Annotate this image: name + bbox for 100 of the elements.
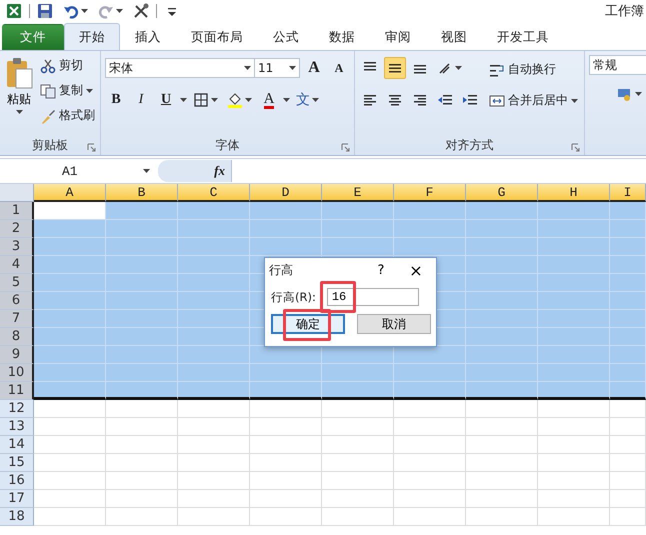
cell[interactable] [610,382,646,400]
cell[interactable] [610,328,646,346]
cell[interactable] [466,364,538,382]
cell[interactable] [538,256,610,274]
cell[interactable] [394,364,466,382]
column-header[interactable]: H [538,184,610,202]
cell[interactable] [178,238,250,256]
cell[interactable] [250,490,322,508]
column-header[interactable]: E [322,184,394,202]
cell[interactable] [610,508,646,526]
cell[interactable] [322,472,394,490]
column-header[interactable]: F [394,184,466,202]
cell[interactable] [250,220,322,238]
copy-button[interactable]: 复制 [38,80,97,101]
cell[interactable] [106,256,178,274]
font-name-dropdown[interactable]: 宋体 [105,58,255,78]
cell[interactable] [250,346,322,364]
row-header[interactable]: 1 [0,202,34,220]
cell[interactable] [394,382,466,400]
cell[interactable] [394,400,466,418]
ribbon-tab[interactable]: 公式 [258,24,314,50]
cell[interactable] [34,364,106,382]
cell[interactable] [178,472,250,490]
cell[interactable] [394,220,466,238]
cell[interactable] [250,202,322,220]
cell[interactable] [538,490,610,508]
font-color-button[interactable]: A [258,89,280,111]
cell[interactable] [394,490,466,508]
row-header[interactable]: 18 [0,508,34,526]
underline-button[interactable]: U [155,89,177,111]
column-header[interactable]: D [250,184,322,202]
cell[interactable] [466,346,538,364]
file-tab[interactable]: 文件 [2,24,64,50]
cell[interactable] [106,310,178,328]
row-header[interactable]: 9 [0,346,34,364]
cell[interactable] [538,364,610,382]
cell[interactable] [394,472,466,490]
cell[interactable] [250,436,322,454]
close-button[interactable]: × [396,259,436,281]
paste-button[interactable]: 粘贴 [4,55,34,135]
cell[interactable] [106,274,178,292]
row-height-input[interactable]: 16 [326,288,419,306]
cell[interactable] [106,436,178,454]
cell[interactable] [610,418,646,436]
row-header[interactable]: 15 [0,454,34,472]
cell[interactable] [178,400,250,418]
cell[interactable] [106,202,178,220]
cell[interactable] [394,454,466,472]
cell[interactable] [178,274,250,292]
cell[interactable] [34,490,106,508]
cell[interactable] [106,400,178,418]
cell[interactable] [106,490,178,508]
dialog-button[interactable]: 确定 [271,314,345,334]
format-painter-button[interactable]: 格式刷 [38,105,97,126]
cell[interactable] [466,202,538,220]
phonetic-guide-button[interactable]: 文 [293,89,322,111]
cell[interactable] [538,346,610,364]
cell[interactable] [178,418,250,436]
number-format-dropdown[interactable]: 常规 [589,55,646,75]
cell[interactable] [322,382,394,400]
cell[interactable] [34,328,106,346]
ribbon-tab[interactable]: 审阅 [370,24,426,50]
cell[interactable] [538,292,610,310]
dialog-button[interactable]: 取消 [357,314,431,334]
cell[interactable] [394,418,466,436]
cell[interactable] [34,220,106,238]
cell[interactable] [322,202,394,220]
column-header[interactable]: A [34,184,106,202]
row-header[interactable]: 14 [0,436,34,454]
cell[interactable] [106,454,178,472]
cell[interactable] [322,490,394,508]
bold-button[interactable]: B [105,89,127,111]
cell[interactable] [250,238,322,256]
cell[interactable] [466,400,538,418]
cell[interactable] [538,400,610,418]
cell[interactable] [466,220,538,238]
cell[interactable] [610,202,646,220]
cell[interactable] [322,454,394,472]
cell[interactable] [610,454,646,472]
select-all-corner[interactable] [0,184,34,202]
cell[interactable] [34,418,106,436]
cell[interactable] [538,472,610,490]
cut-button[interactable]: 剪切 [38,55,97,76]
cell[interactable] [34,436,106,454]
cell[interactable] [106,346,178,364]
cell[interactable] [178,490,250,508]
cell[interactable] [34,508,106,526]
cell[interactable] [250,382,322,400]
row-header[interactable]: 12 [0,400,34,418]
cell[interactable] [610,292,646,310]
cell[interactable] [466,238,538,256]
cell[interactable] [106,382,178,400]
cell[interactable] [610,400,646,418]
cell[interactable] [178,256,250,274]
cell[interactable] [34,454,106,472]
cell[interactable] [178,436,250,454]
cell[interactable] [538,436,610,454]
row-header[interactable]: 13 [0,418,34,436]
cell[interactable] [34,400,106,418]
cell[interactable] [322,220,394,238]
